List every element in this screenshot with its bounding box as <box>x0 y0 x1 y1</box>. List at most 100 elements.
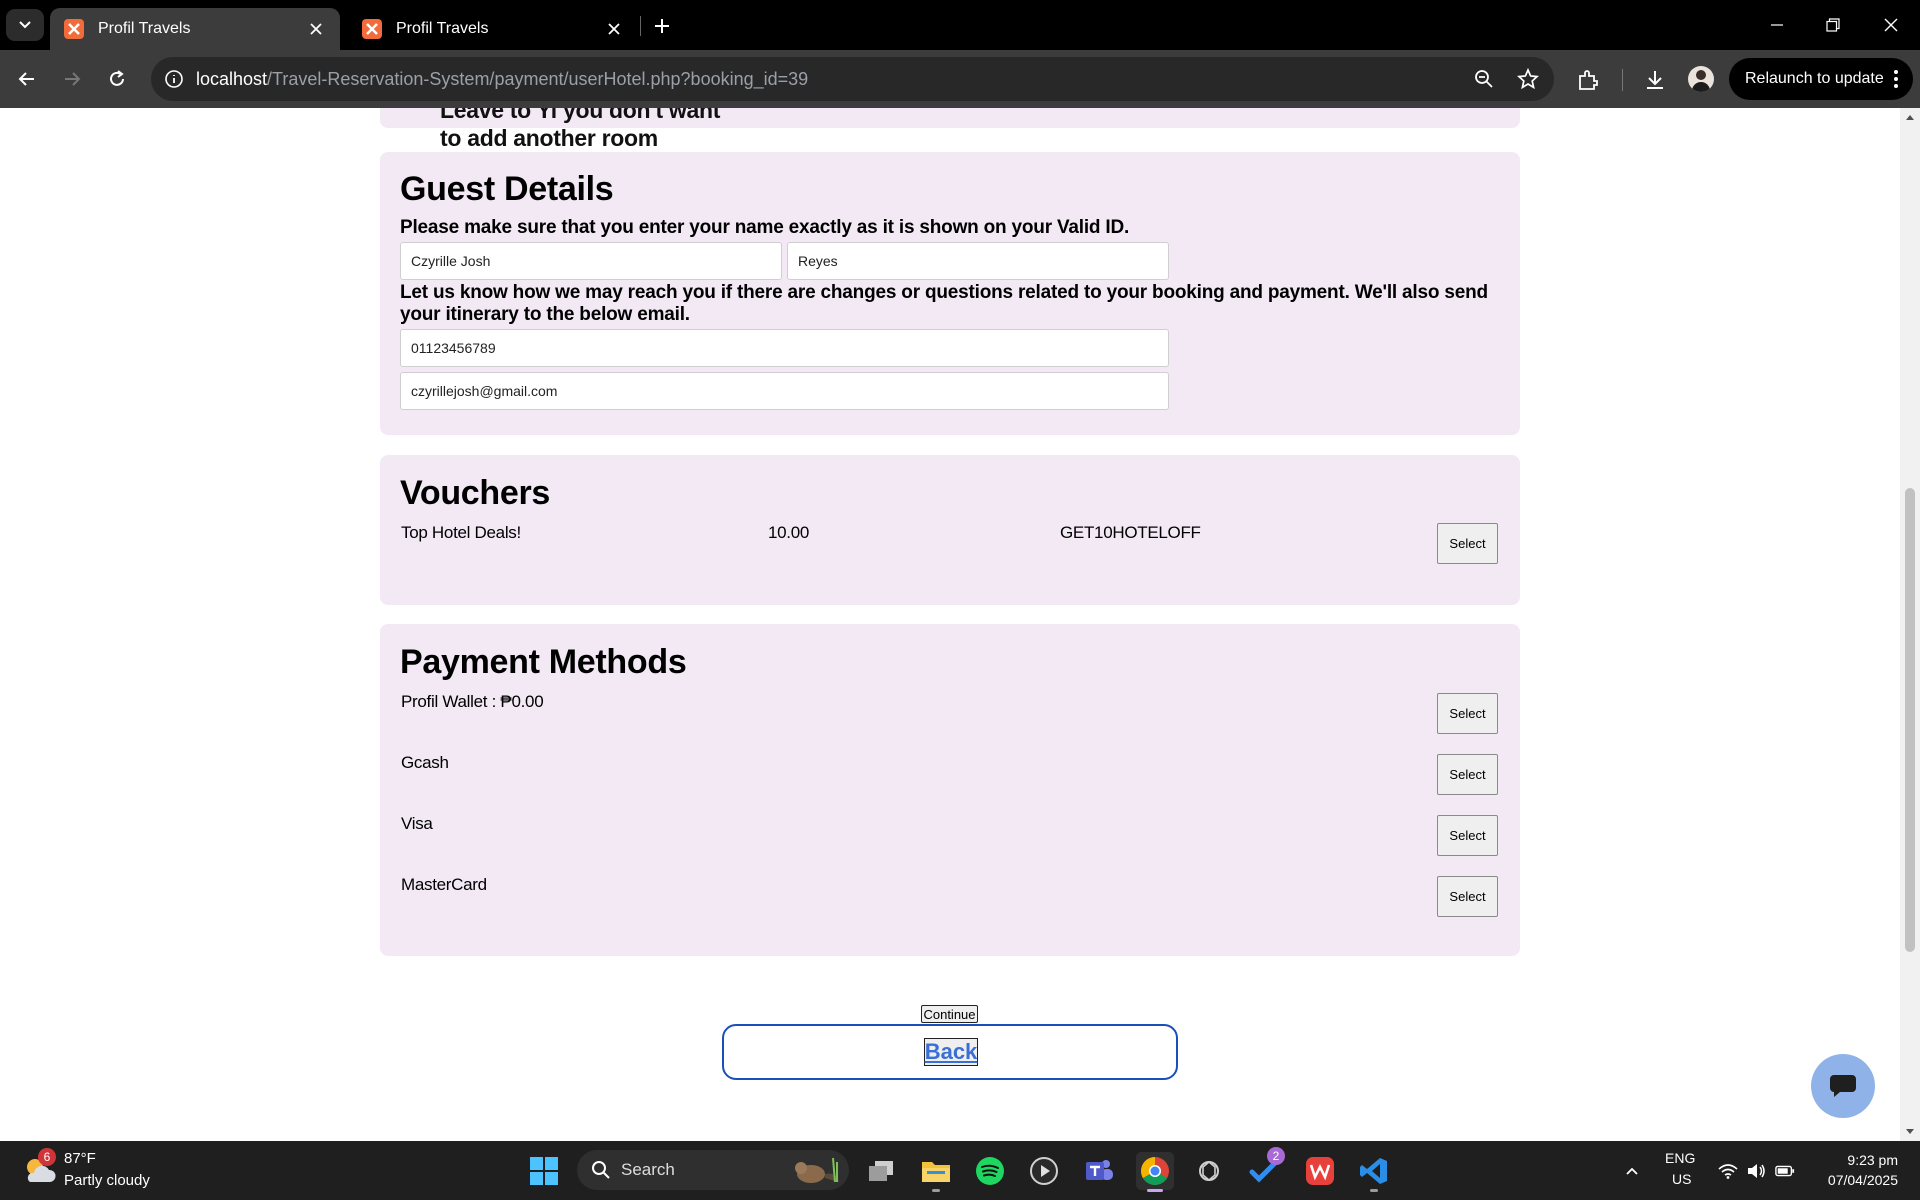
restore-icon <box>1826 18 1840 32</box>
select-gcash-button[interactable]: Select <box>1437 754 1498 795</box>
payment-methods-title: Payment Methods <box>400 643 687 681</box>
forward-nav-button[interactable] <box>54 61 90 97</box>
last-name-input[interactable] <box>787 242 1169 280</box>
close-tab-icon[interactable] <box>306 19 326 39</box>
wps-office-app[interactable] <box>1301 1152 1339 1190</box>
spotify-icon <box>976 1157 1004 1185</box>
task-view-button[interactable] <box>862 1152 900 1190</box>
media-player-app[interactable] <box>1025 1152 1063 1190</box>
task-view-icon <box>869 1161 893 1181</box>
arrow-left-icon <box>18 72 34 86</box>
close-icon <box>1884 18 1898 32</box>
profile-avatar[interactable] <box>1688 66 1714 92</box>
downloads-icon[interactable] <box>1640 65 1670 95</box>
select-visa-button[interactable]: Select <box>1437 815 1498 856</box>
phone-input[interactable] <box>400 329 1169 367</box>
relaunch-to-update-button[interactable]: Relaunch to update <box>1729 58 1913 100</box>
search-icon <box>592 1161 610 1179</box>
teams-icon <box>1086 1160 1113 1180</box>
back-button[interactable]: Back <box>924 1038 978 1066</box>
chevron-down-icon <box>19 21 31 29</box>
show-hidden-icons-chevron-icon[interactable] <box>1622 1161 1642 1181</box>
minimize-button[interactable] <box>1762 10 1792 40</box>
reload-button[interactable] <box>99 61 135 97</box>
spotify-app[interactable] <box>971 1152 1009 1190</box>
scroll-down-arrow-icon[interactable] <box>1905 1127 1915 1137</box>
volume-icon[interactable] <box>1746 1161 1766 1181</box>
windows-taskbar: 6 87°F Partly cloudy Search 2 ENG US 9:2… <box>0 1141 1920 1200</box>
zoom-icon[interactable] <box>1471 66 1497 92</box>
voucher-code: GET10HOTELOFF <box>1060 523 1201 542</box>
vscode-app[interactable] <box>1355 1152 1393 1192</box>
voucher-amount: 10.00 <box>768 523 810 542</box>
tab-title: Profil Travels <box>98 20 191 37</box>
clock-date: 07/04/2025 <box>1827 1172 1898 1188</box>
language-code: ENG <box>1665 1150 1696 1166</box>
beaver-doodle-icon <box>795 1157 839 1183</box>
restore-button[interactable] <box>1818 10 1848 40</box>
weather-alert-badge: 6 <box>38 1148 56 1166</box>
search-placeholder: Search <box>621 1160 675 1179</box>
extensions-icon[interactable] <box>1573 65 1603 95</box>
guest-details-title: Guest Details <box>400 170 614 208</box>
site-info-icon[interactable] <box>159 64 189 94</box>
play-circle-icon <box>1030 1157 1058 1185</box>
url-host: localhost <box>196 69 268 89</box>
plus-icon <box>655 19 669 33</box>
url-path: /Travel-Reservation-System/payment/userH… <box>267 69 809 89</box>
select-wallet-button[interactable]: Select <box>1437 693 1498 734</box>
leftover-room-text: Leave to Yi you don't want to add anothe… <box>440 108 721 151</box>
close-window-button[interactable] <box>1876 10 1906 40</box>
wifi-icon[interactable] <box>1718 1161 1738 1181</box>
select-voucher-button[interactable]: Select <box>1437 523 1498 564</box>
openai-app[interactable] <box>1190 1152 1228 1190</box>
weather-temperature: 87°F <box>64 1150 96 1167</box>
file-explorer-app[interactable] <box>917 1152 955 1192</box>
address-bar[interactable]: localhost/Travel-Reservation-System/paym… <box>151 57 1554 101</box>
teams-app[interactable] <box>1080 1152 1118 1190</box>
reload-icon <box>110 70 124 86</box>
scrollbar-thumb[interactable] <box>1905 488 1915 952</box>
browser-tab-1[interactable]: Profil Travels <box>50 8 340 50</box>
relaunch-label: Relaunch to update <box>1745 70 1884 87</box>
more-vertical-icon <box>1894 70 1898 88</box>
vouchers-card: Vouchers Top Hotel Deals! 10.00 GET10HOT… <box>380 455 1520 605</box>
tab-title: Profil Travels <box>396 20 489 37</box>
windows-start-button[interactable] <box>525 1152 563 1190</box>
region-code: US <box>1672 1171 1692 1187</box>
first-name-input[interactable] <box>400 242 782 280</box>
clock-time: 9:23 pm <box>1847 1152 1898 1168</box>
url-text[interactable]: localhost/Travel-Reservation-System/paym… <box>196 69 808 90</box>
tab-search-dropdown-button[interactable] <box>6 9 44 41</box>
page-scrollbar[interactable] <box>1900 108 1920 1141</box>
payment-label: Visa <box>401 814 433 833</box>
bookmark-star-icon[interactable] <box>1515 66 1541 92</box>
wps-icon <box>1306 1157 1334 1185</box>
name-instruction: Please make sure that you enter your nam… <box>400 217 1130 238</box>
taskbar-search-box[interactable]: Search <box>577 1150 849 1190</box>
close-tab-icon[interactable] <box>604 19 624 39</box>
chat-bubble-icon <box>1830 1075 1856 1097</box>
payment-label: Profil Wallet : ₱0.00 <box>401 692 544 711</box>
email-input[interactable] <box>400 372 1169 410</box>
payment-label: MasterCard <box>401 875 487 894</box>
browser-tab-strip: Profil Travels Profil Travels <box>0 0 1920 50</box>
continue-button[interactable]: Continue <box>921 1005 978 1023</box>
chat-button[interactable] <box>1811 1054 1875 1118</box>
voucher-name: Top Hotel Deals! <box>401 523 521 542</box>
system-clock[interactable]: 9:23 pm 07/04/2025 <box>1828 1150 1898 1190</box>
back-nav-button[interactable] <box>9 61 45 97</box>
back-button-container[interactable]: Back <box>722 1024 1178 1080</box>
vouchers-title: Vouchers <box>400 474 551 512</box>
chrome-app[interactable] <box>1136 1152 1174 1192</box>
browser-tab-2[interactable]: Profil Travels <box>348 8 638 50</box>
running-indicator <box>1147 1189 1163 1192</box>
select-mastercard-button[interactable]: Select <box>1437 876 1498 917</box>
vscode-icon <box>1360 1158 1387 1184</box>
new-tab-button[interactable] <box>648 12 676 40</box>
arrow-right-icon <box>65 72 81 86</box>
battery-icon[interactable] <box>1775 1161 1795 1181</box>
toolbar-divider <box>1622 69 1623 91</box>
scroll-up-arrow-icon[interactable] <box>1905 112 1915 122</box>
browser-toolbar: localhost/Travel-Reservation-System/paym… <box>0 50 1920 108</box>
